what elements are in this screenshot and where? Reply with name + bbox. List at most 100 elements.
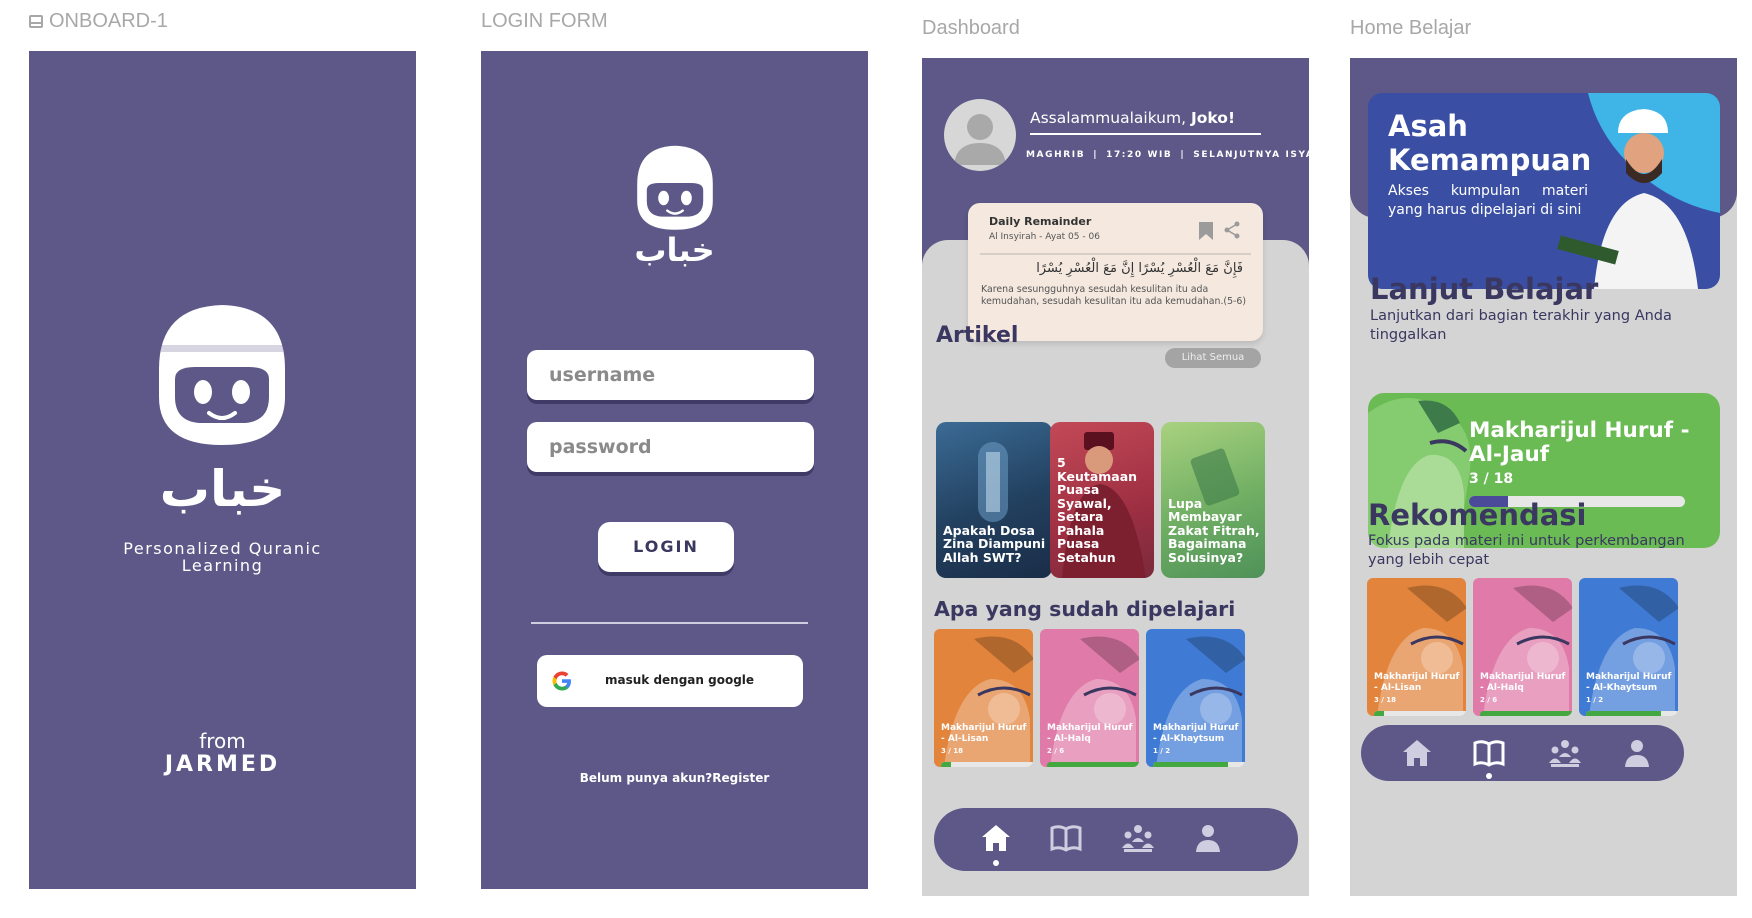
google-icon [552, 671, 571, 691]
prayer-time: 17:20 WIB [1106, 150, 1173, 160]
article-title: Apakah Dosa Zina Diampuni Allah SWT? [943, 522, 1046, 565]
greeting-prefix: Assalammualaikum, [1030, 109, 1187, 127]
prayer-schedule: MAGHRIB | 17:20 WIB | SELANJUTNYA ISYA [1026, 150, 1309, 160]
active-indicator [1486, 773, 1492, 779]
lesson-card[interactable]: Makharijul Huruf - Al-Lisan 3 / 18 [1367, 578, 1466, 716]
lesson-count: 2 / 6 [1480, 696, 1498, 704]
lesson-progress-bar [941, 762, 1033, 767]
continue-card-count: 3 / 18 [1469, 471, 1514, 487]
username-field[interactable]: username [527, 350, 814, 400]
tagline-line-1: Personalized Quranic [123, 539, 322, 558]
divider [531, 622, 808, 624]
continue-description: Lanjutkan dari bagian terakhir yang Anda… [1370, 308, 1672, 343]
onboard-screen: خباب Personalized Quranic Learning from … [29, 51, 416, 889]
reminder-divider [980, 253, 1251, 255]
login-button[interactable]: LOGIN [598, 522, 734, 572]
recommendation-title: Rekomendasi [1368, 498, 1587, 532]
lesson-progress-fill [941, 762, 951, 767]
lesson-progress-fill [1374, 711, 1384, 716]
reminder-arabic: فَإِنَّ مَعَ الْعُسْرِ يُسْرًا إِنَّ مَع… [1036, 261, 1243, 276]
lesson-title: Makharijul Huruf - Al-Halq [1480, 672, 1566, 693]
lesson-progress-fill [1153, 762, 1228, 767]
reminder-source: Al Insyirah - Ayat 05 - 06 [989, 232, 1100, 242]
frame-label-home: Home Belajar [1350, 17, 1472, 39]
share-icon[interactable] [1223, 221, 1241, 239]
google-login-button[interactable]: masuk dengan google [537, 655, 803, 707]
hero-title-line-2: Kemampuan [1388, 143, 1592, 177]
lesson-progress-bar [1153, 762, 1245, 767]
user-icon[interactable] [1190, 820, 1226, 856]
greeting-underline [1030, 133, 1261, 135]
article-card[interactable]: Apakah Dosa Zina Diampuni Allah SWT? [936, 422, 1052, 578]
lesson-progress-bar [1586, 711, 1678, 716]
lesson-title: Makharijul Huruf - Al-Lisan [1374, 672, 1460, 693]
mascot-logo [637, 145, 713, 230]
hero-banner[interactable]: Asah Kemampuan Akses kumpulan materi yang… [1368, 93, 1720, 289]
article-card[interactable]: Lupa Membayar Zakat Fitrah, Bagaimana So… [1161, 422, 1265, 578]
group-icon[interactable] [1120, 820, 1156, 856]
app-logo-arabic: خباب [634, 231, 715, 269]
lesson-count: 2 / 6 [1047, 747, 1065, 755]
lesson-title: Makharijul Huruf - Al-Lisan [941, 723, 1027, 744]
book-icon[interactable] [1048, 820, 1084, 856]
hero-description: Akses kumpulan materi yang harus dipelaj… [1388, 183, 1588, 218]
user-silhouette-icon [954, 114, 1006, 165]
tagline-line-2: Learning [181, 556, 264, 575]
greeting: Assalammualaikum, Joko! [1030, 109, 1235, 127]
bottom-nav [934, 808, 1298, 871]
lesson-card[interactable]: Makharijul Huruf - Al-Khaytsum 1 / 2 [1146, 629, 1245, 767]
lesson-card[interactable]: Makharijul Huruf - Al-Khaytsum 1 / 2 [1579, 578, 1678, 716]
lesson-card[interactable]: Makharijul Huruf - Al-Lisan 3 / 18 [934, 629, 1033, 767]
active-indicator [993, 860, 999, 866]
articles-title: Artikel [936, 323, 1019, 348]
app-tagline: Personalized Quranic Learning [29, 540, 416, 574]
lesson-title: Makharijul Huruf - Al-Khaytsum [1586, 672, 1672, 693]
reminder-title: Daily Remainder [989, 215, 1092, 228]
app-logo-arabic: خباب [159, 460, 286, 518]
home-icon[interactable] [1399, 735, 1435, 771]
register-link[interactable]: Belum punya akun?Register [481, 771, 868, 785]
see-all-button[interactable]: Lihat Semua [1165, 348, 1261, 368]
prayer-next: SELANJUTNYA ISYA [1193, 150, 1309, 160]
lesson-progress-bar [1047, 762, 1139, 767]
continue-card-title: Makharijul Huruf - Al-Jauf [1469, 418, 1690, 467]
frame-label-dashboard: Dashboard [922, 17, 1020, 39]
lesson-count: 3 / 18 [1374, 696, 1397, 704]
login-screen: خباب username password LOGIN masuk denga… [481, 51, 868, 889]
lesson-progress-fill [1480, 711, 1572, 716]
bottom-nav [1361, 725, 1684, 781]
frame-label-login: LOGIN FORM [481, 10, 608, 32]
lesson-progress-fill [1586, 711, 1661, 716]
lesson-title: Makharijul Huruf - Al-Khaytsum [1153, 723, 1239, 744]
avatar[interactable] [944, 99, 1016, 171]
recommendation-description: Fokus pada materi ini untuk perkembangan… [1368, 533, 1685, 568]
hero-title-line-1: Asah [1388, 109, 1468, 143]
group-icon[interactable] [1547, 735, 1583, 771]
article-title: 5 Keutamaan Puasa Syawal, Setara Pahala … [1057, 455, 1138, 565]
book-icon[interactable] [1471, 735, 1507, 771]
lesson-card[interactable]: Makharijul Huruf - Al-Halq 2 / 6 [1473, 578, 1572, 716]
lesson-title: Makharijul Huruf - Al-Halq [1047, 723, 1133, 744]
google-button-label: masuk dengan google [605, 673, 755, 687]
lesson-card[interactable]: Makharijul Huruf - Al-Halq 2 / 6 [1040, 629, 1139, 767]
continue-title: Lanjut Belajar [1370, 272, 1599, 306]
article-title: Lupa Membayar Zakat Fitrah, Bagaimana So… [1168, 495, 1260, 565]
user-icon[interactable] [1619, 735, 1655, 771]
brand-name: JARMED [164, 752, 281, 777]
article-card[interactable]: 5 Keutamaan Puasa Syawal, Setara Pahala … [1050, 422, 1154, 578]
frame-label-text: ONBOARD-1 [49, 10, 168, 32]
dashboard-screen: Assalammualaikum, Joko! MAGHRIB | 17:20 WI… [922, 58, 1309, 896]
frame-label-onboard: ONBOARD-1 [29, 10, 168, 33]
bookmark-icon[interactable] [1198, 221, 1214, 241]
lesson-count: 1 / 2 [1153, 747, 1171, 755]
hero-title: Asah Kemampuan [1388, 109, 1591, 177]
learned-title: Apa yang sudah dipelajari [934, 597, 1236, 621]
mascot-logo [159, 305, 285, 445]
daily-reminder-card[interactable]: Daily Remainder Al Insyirah - Ayat 05 - … [968, 203, 1263, 341]
from-label: from [199, 729, 246, 753]
password-field[interactable]: password [527, 422, 814, 472]
lesson-count: 3 / 18 [941, 747, 964, 755]
lesson-progress-bar [1480, 711, 1572, 716]
home-icon[interactable] [978, 820, 1014, 856]
lesson-progress-bar [1374, 711, 1466, 716]
